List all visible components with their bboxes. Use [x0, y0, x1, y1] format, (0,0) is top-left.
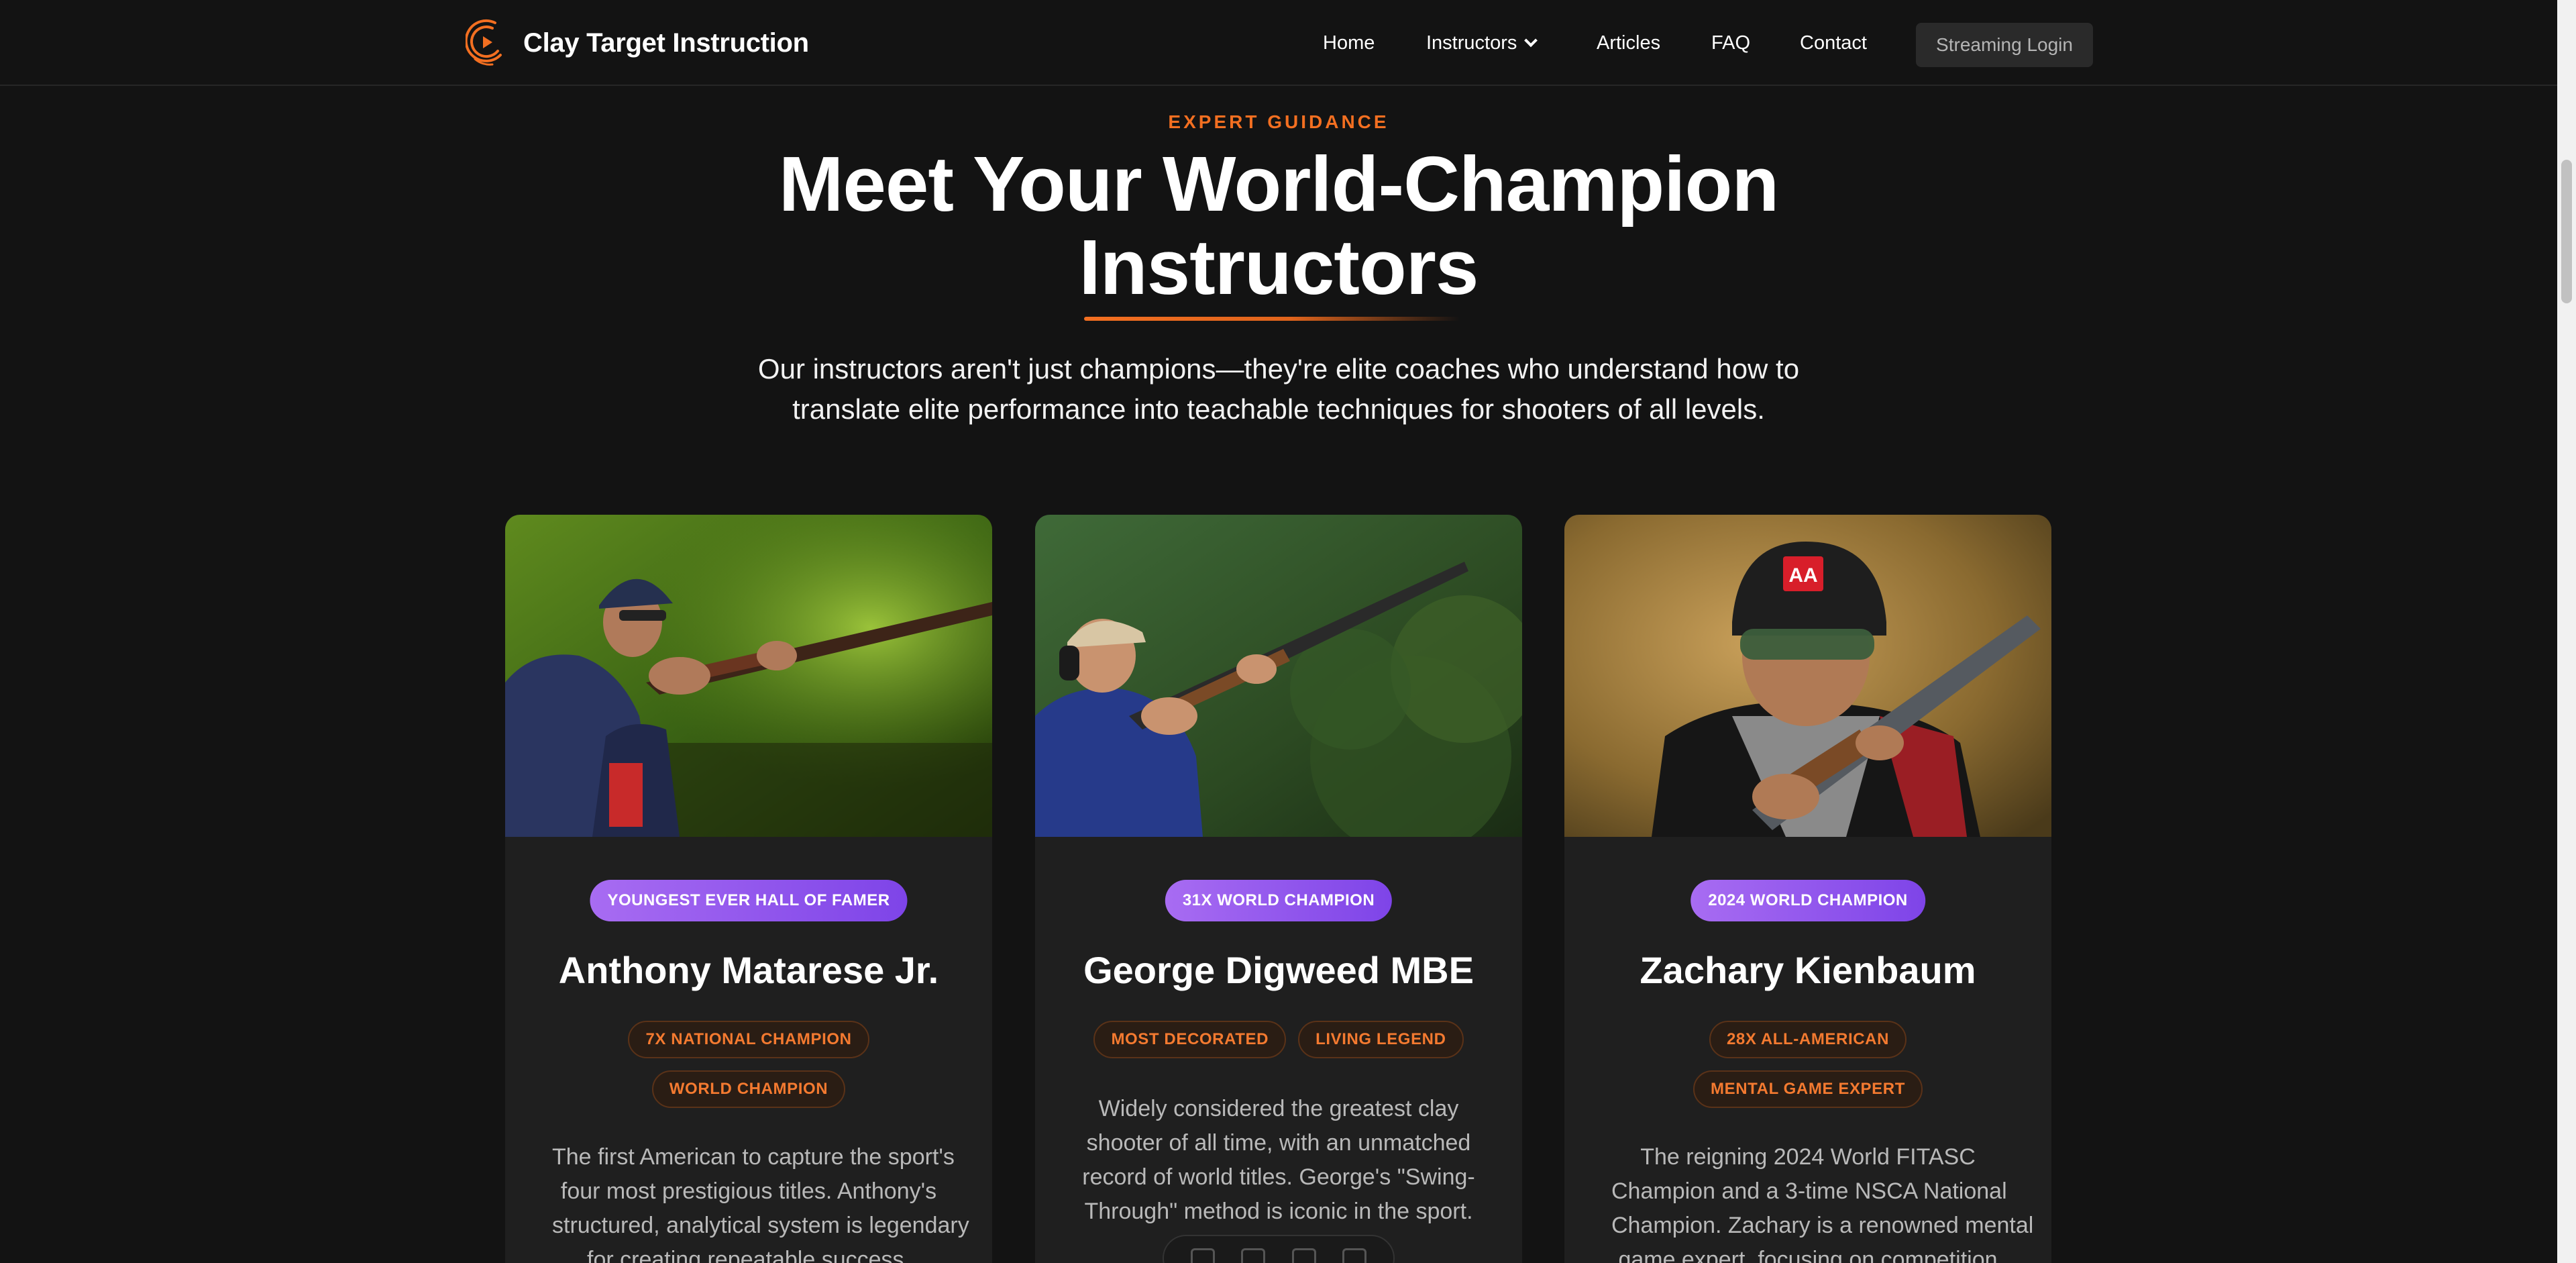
feature-icon — [1291, 1248, 1316, 1263]
bio-line: Widely considered the greatest clay — [1098, 1096, 1459, 1121]
nav-articles[interactable]: Articles — [1597, 31, 1660, 55]
feature-icon — [1241, 1248, 1266, 1263]
tag-list: 7X NATIONAL CHAMPION WORLD CHAMPION — [505, 1021, 992, 1120]
instructor-photo: AA — [1564, 515, 2051, 837]
nav-contact[interactable]: Contact — [1800, 31, 1867, 55]
feature-icon — [1190, 1248, 1215, 1263]
bio-line: record of world titles. George's "Swing- — [1082, 1164, 1475, 1190]
instructor-card[interactable]: 31X WORLD CHAMPION George Digweed MBE MO… — [1035, 515, 1522, 1263]
logo-play-icon — [466, 19, 502, 66]
title-underline — [1084, 317, 1460, 321]
instructor-bio: The reigning 2024 World FITASC Champion … — [1611, 1140, 2034, 1263]
award-badge: 31X WORLD CHAMPION — [1165, 880, 1393, 921]
nav-faq[interactable]: FAQ — [1711, 31, 1750, 55]
brand-name: Clay Target Instruction — [523, 28, 809, 58]
nav-instructors-label: Instructors — [1426, 32, 1517, 54]
bio-line: Through" method is iconic in the sport. — [1084, 1199, 1473, 1224]
instructor-card[interactable]: YOUNGEST EVER HALL OF FAMER Anthony Mata… — [505, 515, 992, 1263]
nav-home[interactable]: Home — [1323, 31, 1375, 55]
instructor-name: Zachary Kienbaum — [1640, 949, 1976, 991]
svg-text:AA: AA — [1788, 564, 1817, 587]
page-scrollbar[interactable] — [2557, 0, 2576, 1263]
instructor-card[interactable]: AA 2024 WORLD CHAMPION Zachary Kienbaum … — [1564, 515, 2051, 1263]
top-navbar: Clay Target Instruction Home Instructors… — [0, 0, 2557, 86]
brand-link[interactable]: Clay Target Instruction — [466, 17, 809, 68]
page-title-line-1: Meet Your World-Champion — [778, 140, 1779, 228]
tag: 7X NATIONAL CHAMPION — [628, 1021, 869, 1058]
instructor-photo — [505, 515, 992, 837]
feature-icon — [1342, 1248, 1367, 1263]
instructor-name: Anthony Matarese Jr. — [558, 949, 939, 991]
tag: MENTAL GAME EXPERT — [1693, 1070, 1923, 1108]
award-badge: 2024 WORLD CHAMPION — [1690, 880, 1925, 921]
section-eyebrow: EXPERT GUIDANCE — [1168, 111, 1389, 132]
instructor-bio: The first American to capture the sport'… — [552, 1140, 969, 1263]
bio-line: The first American to capture the sport'… — [552, 1144, 955, 1170]
tag: MOST DECORATED — [1093, 1021, 1287, 1058]
page-title: Meet Your World-Champion Instructors — [0, 142, 2557, 309]
tag-list: 28X ALL-AMERICAN MENTAL GAME EXPERT — [1564, 1021, 2051, 1120]
lead-line-1: Our instructors aren't just champions—th… — [757, 353, 1800, 385]
bio-line: The reigning 2024 World FITASC — [1640, 1144, 1976, 1170]
bio-line: shooter of all time, with an unmatched — [1086, 1130, 1471, 1156]
instructor-photo — [1035, 515, 1522, 837]
bio-line: Champion. Zachary is a renowned mental — [1611, 1213, 2034, 1238]
page-title-line-2: Instructors — [1079, 223, 1479, 311]
bio-line: game expert, focusing on competition — [1618, 1247, 1998, 1263]
bio-line: Champion and a 3-time NSCA National — [1611, 1178, 2007, 1204]
chevron-down-icon — [1524, 34, 1538, 48]
tag: WORLD CHAMPION — [651, 1070, 846, 1108]
bio-line: for creating repeatable success. — [587, 1247, 910, 1263]
section-lead: Our instructors aren't just champions—th… — [738, 349, 1819, 430]
tag-list: MOST DECORATED LIVING LEGEND — [1035, 1021, 1522, 1070]
tag: 28X ALL-AMERICAN — [1709, 1021, 1907, 1058]
scrollbar-thumb[interactable] — [2561, 160, 2572, 303]
bio-line: structured, analytical system is legenda… — [552, 1213, 969, 1238]
streaming-login-button[interactable]: Streaming Login — [1916, 23, 2093, 67]
bio-line: four most prestigious titles. Anthony's — [560, 1178, 937, 1204]
instructor-name: George Digweed MBE — [1083, 949, 1474, 991]
feature-icon-bar — [1163, 1235, 1395, 1263]
lead-line-2: translate elite performance into teachab… — [792, 393, 1765, 425]
award-badge: YOUNGEST EVER HALL OF FAMER — [590, 880, 908, 921]
tag: LIVING LEGEND — [1298, 1021, 1464, 1058]
nav-instructors[interactable]: Instructors — [1426, 31, 1538, 55]
instructor-bio: Widely considered the greatest clay shoo… — [1082, 1092, 1475, 1229]
